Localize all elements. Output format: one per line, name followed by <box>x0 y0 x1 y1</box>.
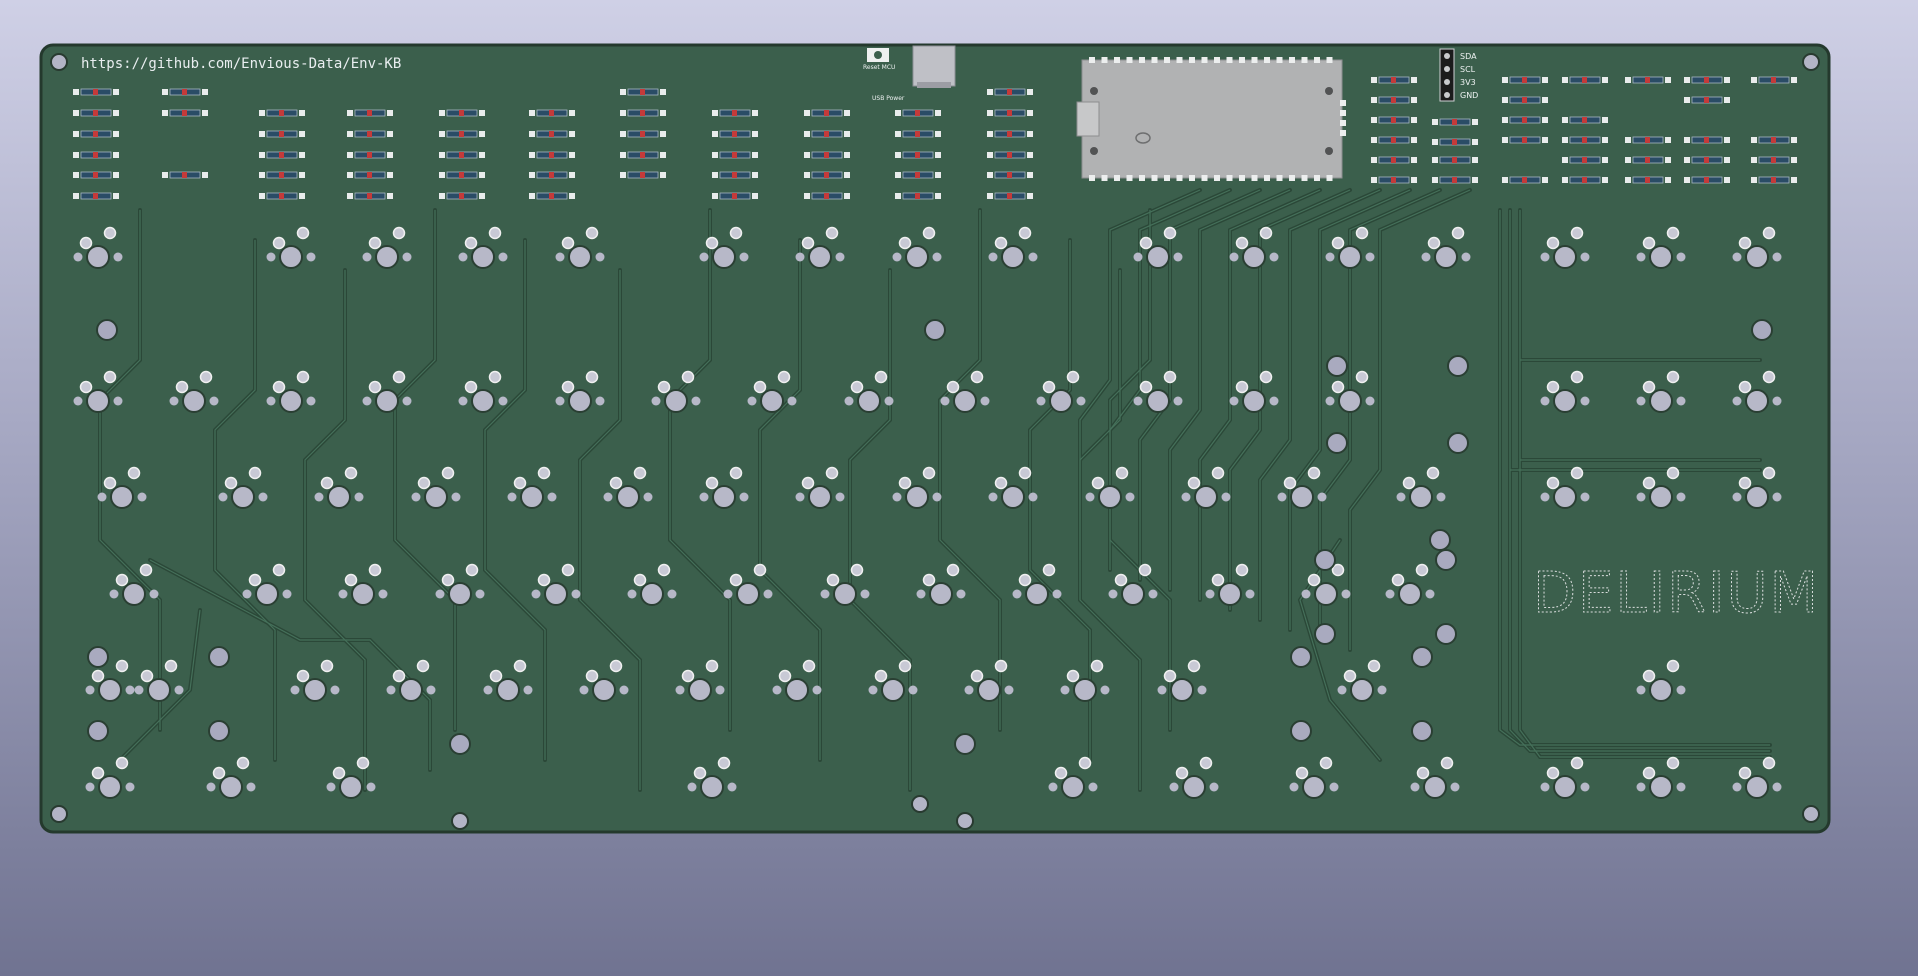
header-label-scl: SCL <box>1460 65 1476 74</box>
stabilizer-hole <box>1435 623 1457 645</box>
mounting-hole <box>1802 53 1820 71</box>
stabilizer-hole <box>1429 529 1451 551</box>
stabilizer-hole <box>924 319 946 341</box>
mounting-hole <box>50 805 68 823</box>
pcb-viewer-canvas[interactable]: Reset MCU USB Power SDA SCL 3V3 GND http… <box>0 0 1918 976</box>
i2c-header <box>1439 48 1455 102</box>
stabilizer-hole <box>1326 432 1348 454</box>
mounting-hole <box>911 795 929 813</box>
header-label-3v3: 3V3 <box>1460 78 1476 87</box>
stabilizer-hole <box>449 733 471 755</box>
stabilizer-hole <box>208 646 230 668</box>
usb-power-label: USB Power <box>872 95 905 102</box>
stabilizer-hole <box>1314 549 1336 571</box>
stabilizer-hole <box>1314 623 1336 645</box>
reset-label: Reset MCU <box>863 64 895 71</box>
mounting-hole <box>50 53 68 71</box>
board-logo-text: DELIRIUM <box>1533 561 1820 626</box>
header-label-gnd: GND <box>1460 91 1478 100</box>
repo-url-silkscreen: https://github.com/Envious-Data/Env-KB <box>81 56 401 72</box>
stabilizer-hole <box>1447 355 1469 377</box>
stabilizer-hole <box>1435 549 1457 571</box>
stabilizer-hole <box>1290 720 1312 742</box>
stabilizer-hole <box>1751 319 1773 341</box>
stabilizer-hole <box>1411 646 1433 668</box>
mounting-hole <box>956 812 974 830</box>
usb-c-connector <box>912 45 956 88</box>
mounting-hole <box>1802 805 1820 823</box>
stabilizer-hole <box>954 733 976 755</box>
stabilizer-hole <box>1447 432 1469 454</box>
pcb-board <box>39 43 1831 834</box>
stabilizer-hole <box>87 720 109 742</box>
header-label-sda: SDA <box>1460 52 1477 61</box>
stabilizer-hole <box>208 720 230 742</box>
stabilizer-hole <box>96 319 118 341</box>
stabilizer-hole <box>1290 646 1312 668</box>
stabilizer-hole <box>1326 355 1348 377</box>
mcu-module <box>1076 57 1346 181</box>
stabilizer-hole <box>1411 720 1433 742</box>
reset-button-footprint <box>867 48 889 62</box>
stabilizer-hole <box>87 646 109 668</box>
mounting-hole <box>451 812 469 830</box>
